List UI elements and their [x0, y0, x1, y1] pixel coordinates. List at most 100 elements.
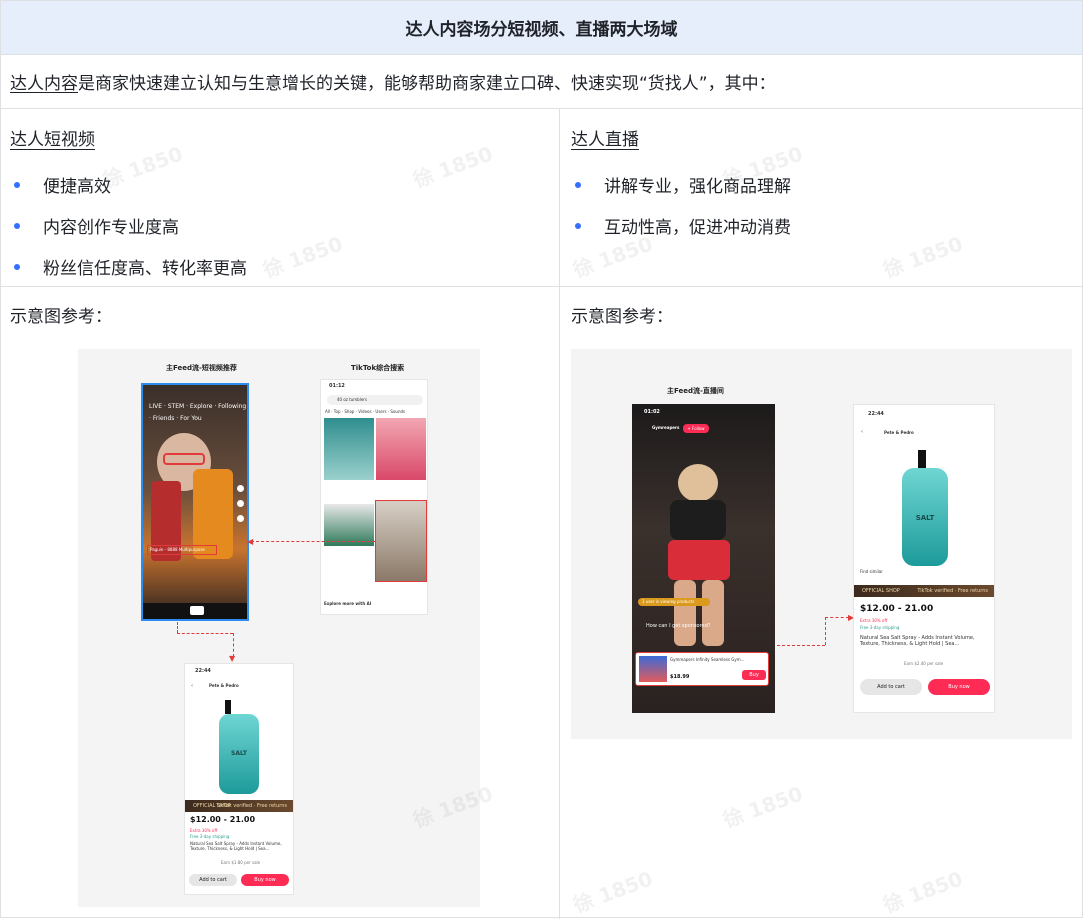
watermark: 徐 1850: [879, 231, 966, 283]
buy-now-button[interactable]: Buy now: [928, 679, 990, 695]
back-icon[interactable]: ‹: [861, 429, 863, 435]
spray-nozzle: [225, 700, 231, 714]
product-title: Natural Sea Salt Spray - Adds Instant Vo…: [860, 635, 975, 647]
glasses-graphic: [163, 453, 205, 465]
bullet-dot-icon: [14, 222, 20, 229]
live-product-price: $18.99: [670, 674, 690, 680]
live-comment: How can I get sponsored?: [646, 623, 711, 629]
spray-nozzle: [918, 450, 926, 468]
shipping-text: Free 3-day shipping: [190, 834, 230, 839]
pdp-phone-screenshot: 22:44 ‹ Pete & Pedro SALT Find similar O…: [853, 404, 995, 713]
live-product-title: Gymreapers Infinity Seamless Gym...: [670, 657, 745, 662]
host-leg: [674, 580, 696, 646]
product-bottle-image: SALT: [219, 714, 259, 794]
list-item: 互动性高，促进冲动消费: [571, 205, 791, 246]
arrow-head-icon: ▼: [229, 654, 236, 663]
comment-icon[interactable]: [237, 500, 244, 507]
table-header: 达人内容场分短视频、直播两大场域: [1, 1, 1082, 55]
create-button-icon[interactable]: [190, 606, 204, 615]
search-tabs[interactable]: All · Top · Shop · Videos · Users · Soun…: [325, 409, 405, 414]
result-thumb[interactable]: [324, 418, 374, 480]
list-item: 粉丝信任度高、转化率更高: [10, 246, 247, 287]
watermark: 徐 1850: [569, 866, 656, 918]
arrow-to-pdp: [825, 617, 849, 618]
status-time: 22:44: [195, 668, 211, 674]
right-cell-title: 达人直播: [571, 130, 639, 150]
brand-name[interactable]: Pete & Pedro: [884, 430, 914, 435]
status-time: 01:02: [644, 409, 660, 415]
caption-search: TikTok综合搜索: [351, 364, 405, 372]
watermark: 徐 1850: [259, 231, 346, 283]
find-similar-button[interactable]: Find similar: [860, 569, 883, 574]
explore-ai-link[interactable]: Explore more with AI: [324, 601, 371, 606]
feed-top-tabs: LIVE · STEM · Explore · Following · Frie…: [149, 403, 247, 422]
result-thumb[interactable]: [376, 418, 426, 480]
arrow-search-to-feed: [251, 541, 375, 542]
bullet-dot-icon: [14, 181, 20, 188]
status-time: 22:44: [868, 411, 884, 417]
host-leg: [702, 580, 724, 646]
live-product-thumb: [639, 656, 667, 682]
live-phone-screenshot: 01:02 Gymreapers + Follow 1 user is view…: [632, 404, 775, 713]
earn-text: Earn $2.40 per sale: [904, 661, 944, 666]
host-name[interactable]: Gymreapers: [652, 425, 679, 430]
follow-button[interactable]: + Follow: [683, 424, 709, 433]
intro-lead: 达人内容: [10, 74, 78, 94]
action-icons: [237, 485, 245, 545]
search-input[interactable]: 40 oz tumblers: [327, 395, 423, 405]
earn-text: Earn $1.80 per sale: [221, 860, 261, 865]
official-shop-banner: OFFICIAL SHOP TikTok verified · Free ret…: [185, 800, 293, 812]
arrow-feed-across: [177, 633, 233, 634]
caption-live: 主Feed流-直播间: [667, 387, 724, 395]
result-thumb[interactable]: [324, 504, 374, 546]
right-feature-cell: 达人直播 讲解专业，强化商品理解 互动性高，促进冲动消费: [571, 125, 791, 246]
viewing-badge: 1 user is viewing products: [638, 598, 710, 606]
short-video-figure: 主Feed流-短视频推荐 TikTok综合搜索 LIVE · STEM · Ex…: [78, 349, 480, 907]
promo-text: Extra 30% off: [190, 828, 218, 833]
list-item: 内容创作专业度高: [10, 205, 247, 246]
bullet-dot-icon: [575, 181, 581, 188]
search-phone-screenshot: 01:12 40 oz tumblers All · Top · Shop · …: [320, 379, 428, 615]
left-ref-label: 示意图参考：: [10, 307, 112, 327]
share-icon[interactable]: [237, 515, 244, 522]
header-title: 达人内容场分短视频、直播两大场域: [405, 20, 678, 40]
brand-name[interactable]: Pete & Pedro: [209, 683, 239, 688]
right-bullet-list: 讲解专业，强化商品理解 互动性高，促进冲动消费: [571, 164, 791, 246]
buy-now-button[interactable]: Buy now: [241, 874, 289, 886]
host-shorts: [668, 540, 730, 580]
promo-text: Extra 30% off: [860, 618, 888, 623]
add-to-cart-button[interactable]: Add to cart: [189, 874, 237, 886]
list-item: 便捷高效: [10, 164, 247, 205]
left-cell-title: 达人短视频: [10, 130, 95, 150]
live-buy-button[interactable]: Buy: [742, 670, 766, 680]
left-bullet-list: 便捷高效 内容创作专业度高 粉丝信任度高、转化率更高: [10, 164, 247, 287]
intro-text: 是商家快速建立认知与生意增长的关键，能够帮助商家建立口碑、快速实现“货找人”，其…: [78, 74, 776, 94]
pdp-phone-screenshot: 22:44 ‹ Pete & Pedro SALT OFFICIAL SHOP …: [184, 663, 294, 895]
add-to-cart-button[interactable]: Add to cart: [860, 679, 922, 695]
official-shop-banner: OFFICIAL SHOP TikTok verified · Free ret…: [854, 585, 994, 597]
arrow-feed-down: [177, 622, 178, 633]
back-icon[interactable]: ‹: [191, 683, 193, 689]
highlighted-result[interactable]: [375, 500, 427, 582]
live-product-card[interactable]: Gymreapers Infinity Seamless Gym... $18.…: [635, 652, 769, 686]
bullet-dot-icon: [575, 222, 581, 229]
watermark: 徐 1850: [879, 866, 966, 918]
feed-phone-screenshot: LIVE · STEM · Explore · Following · Frie…: [141, 383, 249, 621]
watermark: 徐 1850: [409, 141, 496, 193]
price-range: $12.00 - 21.00: [190, 815, 256, 824]
column-divider: [559, 109, 560, 919]
like-icon[interactable]: [237, 485, 244, 492]
arrow-head-icon: ◀: [247, 537, 254, 546]
video-product-tag[interactable]: Paguin - 8888 Multipurpose Products: [147, 545, 217, 555]
content-table: 达人内容场分短视频、直播两大场域 达人内容 是商家快速建立认知与生意增长的关键，能…: [0, 0, 1083, 919]
status-time: 01:12: [329, 383, 345, 389]
intro-row: 达人内容 是商家快速建立认知与生意增长的关键，能够帮助商家建立口碑、快速实现“货找…: [1, 55, 1082, 109]
right-ref-label: 示意图参考：: [571, 307, 673, 327]
bullet-dot-icon: [14, 263, 20, 270]
left-feature-cell: 达人短视频 便捷高效 内容创作专业度高 粉丝信任度高、转化率更高: [10, 125, 247, 287]
bottom-nav: [143, 603, 247, 619]
caption-feed: 主Feed流-短视频推荐: [166, 364, 237, 372]
host-top: [670, 500, 726, 540]
price-range: $12.00 - 21.00: [860, 604, 934, 614]
live-stream-figure: 主Feed流-直播间 01:02 Gymreapers + Follow 1 u…: [571, 349, 1072, 739]
